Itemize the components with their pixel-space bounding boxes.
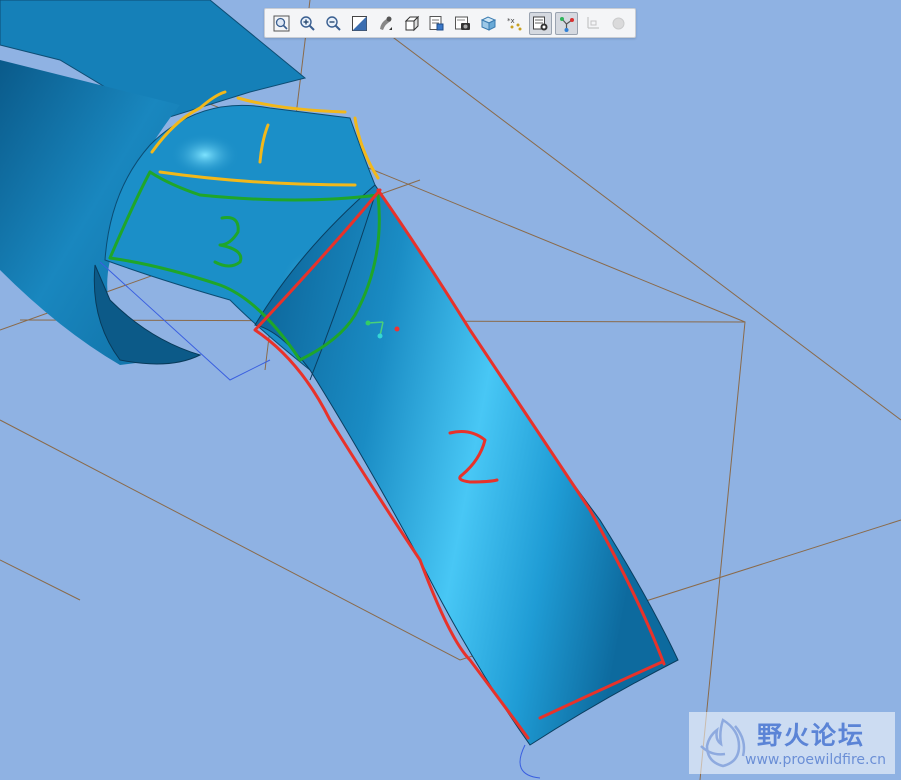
axis-display-button[interactable] bbox=[555, 11, 579, 35]
display-style-button[interactable] bbox=[374, 12, 397, 35]
refit-icon bbox=[273, 15, 290, 31]
datum-points-icon: *x bbox=[507, 17, 522, 30]
view-manager-icon bbox=[429, 15, 444, 30]
saved-orientations-button[interactable] bbox=[400, 12, 423, 35]
annotation-button[interactable] bbox=[607, 12, 630, 35]
spin-center-icon-toolbar bbox=[560, 16, 575, 32]
plane-display-icon bbox=[533, 16, 548, 30]
forum-watermark: 野火论坛 www.proewildfire.cn bbox=[689, 712, 895, 774]
svg-text:*x: *x bbox=[507, 17, 515, 25]
watermark-title: 野火论坛 bbox=[757, 721, 866, 750]
zoom-in-icon bbox=[300, 15, 315, 31]
zoom-out-icon bbox=[326, 15, 341, 31]
camera-icon bbox=[455, 16, 471, 30]
cube-icon bbox=[404, 15, 419, 31]
view-manager-button[interactable] bbox=[426, 12, 449, 35]
model-viewport[interactable] bbox=[0, 0, 901, 780]
flame-logo-icon bbox=[700, 718, 746, 768]
box-icon bbox=[481, 15, 497, 31]
csys-display-button[interactable] bbox=[581, 12, 604, 35]
datum-display-button[interactable]: *x bbox=[503, 12, 526, 35]
refit-button[interactable] bbox=[270, 12, 293, 35]
repaint-button[interactable] bbox=[348, 12, 371, 35]
circle-icon bbox=[612, 17, 625, 29]
view-toolbar: *x bbox=[264, 8, 636, 38]
highlight-spot bbox=[170, 133, 240, 177]
plane-display-button[interactable] bbox=[529, 11, 553, 35]
display-style-icon bbox=[379, 16, 392, 30]
perspective-button[interactable] bbox=[477, 12, 500, 35]
zoom-out-button[interactable] bbox=[322, 12, 345, 35]
repaint-icon bbox=[351, 15, 367, 31]
watermark-url: www.proewildfire.cn bbox=[745, 752, 887, 768]
csys-icon bbox=[587, 16, 600, 29]
zoom-in-button[interactable] bbox=[296, 12, 319, 35]
section-button[interactable] bbox=[451, 12, 474, 35]
